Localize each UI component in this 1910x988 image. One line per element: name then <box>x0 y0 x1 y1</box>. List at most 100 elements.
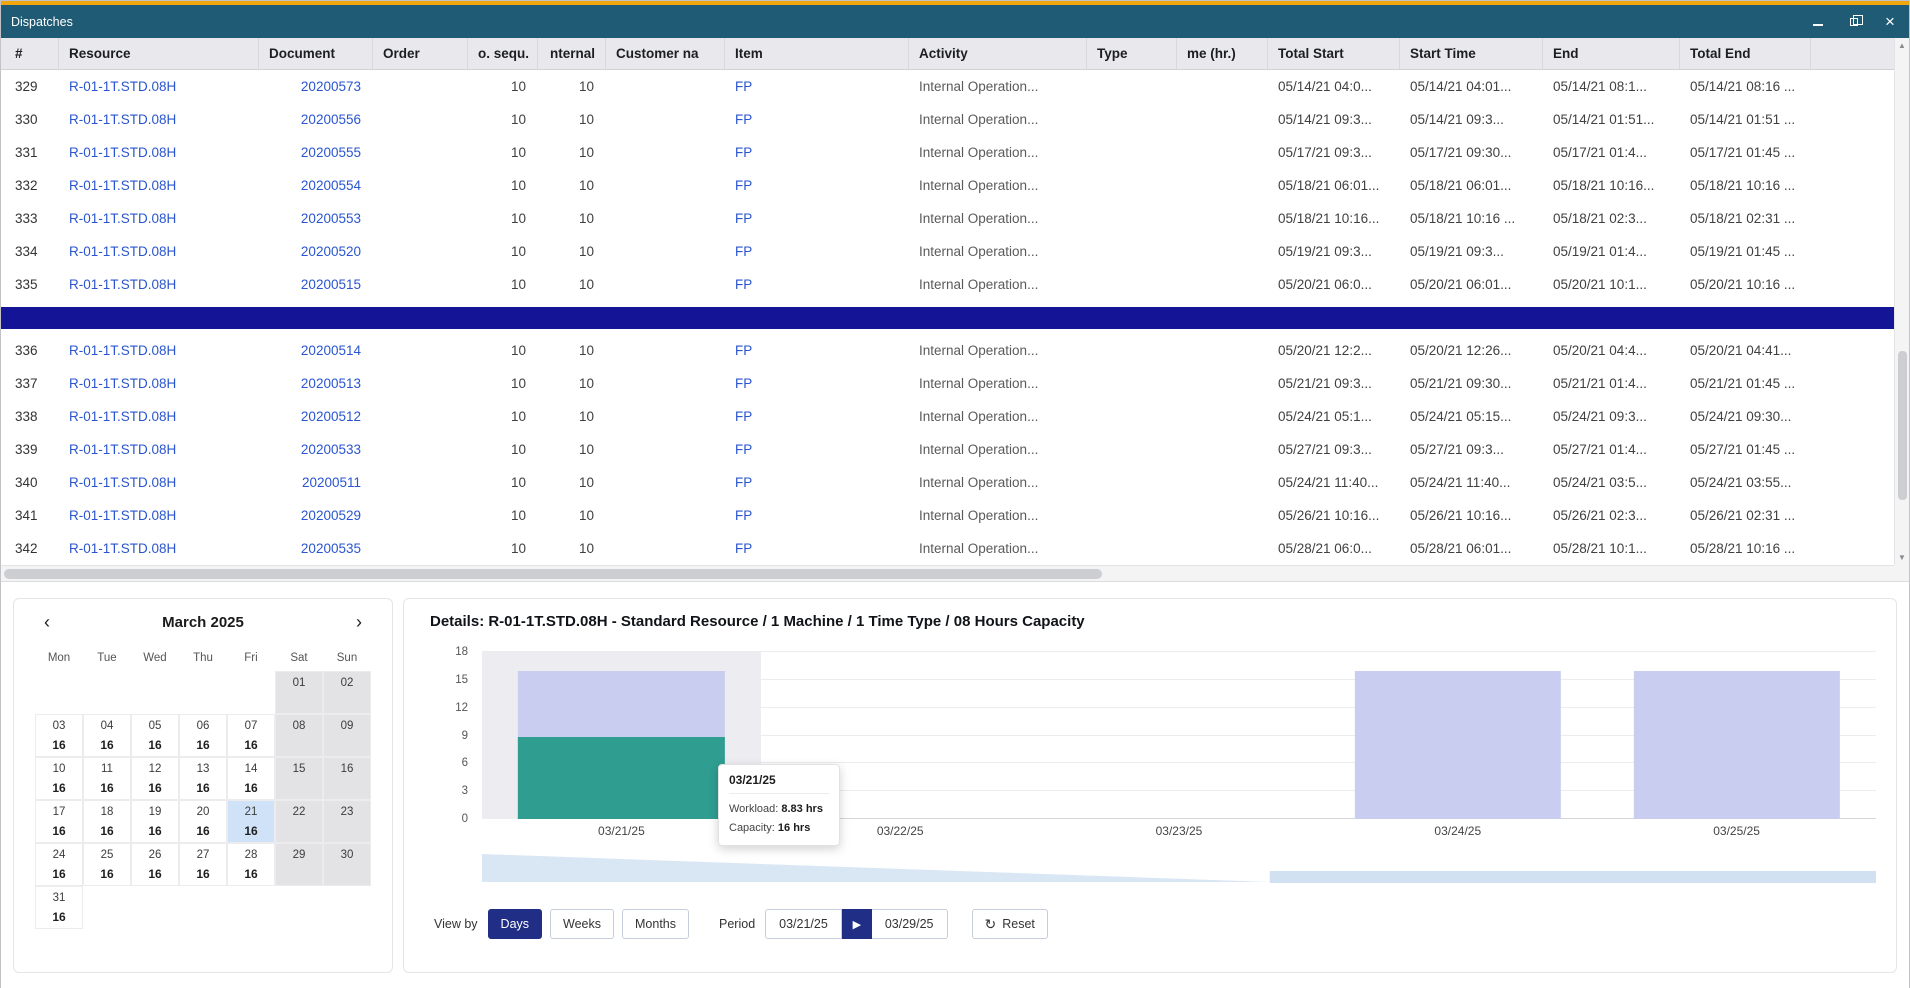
reset-button[interactable]: ↻ Reset <box>972 909 1048 939</box>
calendar-day[interactable]: 1416 <box>227 757 275 800</box>
table-row[interactable]: 331R-01-1T.STD.08H202005551010FPInternal… <box>1 136 1894 169</box>
capacity-bar[interactable] <box>1633 671 1839 819</box>
play-button[interactable]: ▶ <box>842 909 872 939</box>
item-link[interactable]: FP <box>735 244 752 259</box>
item-link[interactable]: FP <box>735 475 752 490</box>
table-row[interactable]: 329R-01-1T.STD.08H202005731010FPInternal… <box>1 70 1894 103</box>
resource-link[interactable]: R-01-1T.STD.08H <box>69 508 176 523</box>
calendar-day[interactable]: 1916 <box>131 800 179 843</box>
calendar-day[interactable]: 3116 <box>35 886 83 929</box>
column-header-total-end[interactable]: Total End <box>1680 38 1811 69</box>
calendar-day[interactable]: 1716 <box>35 800 83 843</box>
resource-link[interactable]: R-01-1T.STD.08H <box>69 409 176 424</box>
column-header-activity[interactable]: Activity <box>909 38 1087 69</box>
document-link[interactable]: 20200533 <box>301 442 361 457</box>
resource-link[interactable]: R-01-1T.STD.08H <box>69 277 176 292</box>
column-header-item[interactable]: Item <box>725 38 909 69</box>
item-link[interactable]: FP <box>735 409 752 424</box>
document-link[interactable]: 20200513 <box>301 376 361 391</box>
calendar-day[interactable]: 09 <box>323 714 371 757</box>
calendar-day[interactable]: 0716 <box>227 714 275 757</box>
document-link[interactable]: 20200529 <box>301 508 361 523</box>
calendar-day[interactable]: 01 <box>275 671 323 714</box>
minimize-button[interactable] <box>1809 13 1827 31</box>
calendar-day[interactable]: 0416 <box>83 714 131 757</box>
capacity-bar[interactable] <box>1355 671 1561 819</box>
calendar-day[interactable]: 08 <box>275 714 323 757</box>
resource-link[interactable]: R-01-1T.STD.08H <box>69 244 176 259</box>
table-row[interactable]: 338R-01-1T.STD.08H202005121010FPInternal… <box>1 400 1894 433</box>
selected-separator-row[interactable] <box>1 301 1894 334</box>
calendar-day[interactable]: 0616 <box>179 714 227 757</box>
calendar-day[interactable]: 1216 <box>131 757 179 800</box>
document-link[interactable]: 20200556 <box>301 112 361 127</box>
document-link[interactable]: 20200535 <box>301 541 361 556</box>
column-header-num[interactable]: # <box>1 38 59 69</box>
document-link[interactable]: 20200520 <box>301 244 361 259</box>
resource-link[interactable]: R-01-1T.STD.08H <box>69 475 176 490</box>
calendar-day[interactable]: 2016 <box>179 800 227 843</box>
calendar-day[interactable]: 22 <box>275 800 323 843</box>
column-header-customer-name[interactable]: Customer na <box>606 38 725 69</box>
table-row[interactable]: 330R-01-1T.STD.08H202005561010FPInternal… <box>1 103 1894 136</box>
column-header-order[interactable]: Order <box>373 38 468 69</box>
column-header-document[interactable]: Document <box>259 38 373 69</box>
document-link[interactable]: 20200515 <box>301 277 361 292</box>
calendar-day[interactable]: 2816 <box>227 843 275 886</box>
table-row[interactable]: 332R-01-1T.STD.08H202005541010FPInternal… <box>1 169 1894 202</box>
vertical-scroll-track[interactable] <box>1895 53 1909 550</box>
column-header-no-sequ[interactable]: o. sequ. <box>468 38 538 69</box>
item-link[interactable]: FP <box>735 343 752 358</box>
column-header-filler[interactable] <box>1811 38 1894 69</box>
calendar-next-icon[interactable]: › <box>356 613 362 631</box>
calendar-day[interactable]: 0516 <box>131 714 179 757</box>
close-button[interactable]: × <box>1881 13 1899 31</box>
calendar-day[interactable]: 1316 <box>179 757 227 800</box>
resource-link[interactable]: R-01-1T.STD.08H <box>69 178 176 193</box>
resource-link[interactable]: R-01-1T.STD.08H <box>69 211 176 226</box>
horizontal-scroll-thumb[interactable] <box>4 569 1102 579</box>
calendar-day[interactable]: 02 <box>323 671 371 714</box>
horizontal-scrollbar[interactable] <box>1 565 1894 581</box>
item-link[interactable]: FP <box>735 211 752 226</box>
scroll-down-icon[interactable]: ▼ <box>1895 550 1909 565</box>
resource-link[interactable]: R-01-1T.STD.08H <box>69 541 176 556</box>
column-header-total-start[interactable]: Total Start <box>1268 38 1400 69</box>
resource-link[interactable]: R-01-1T.STD.08H <box>69 79 176 94</box>
calendar-day[interactable]: 23 <box>323 800 371 843</box>
document-link[interactable]: 20200512 <box>301 409 361 424</box>
period-end-input[interactable]: 03/29/25 <box>872 909 948 939</box>
workload-bar[interactable] <box>518 737 724 819</box>
resource-link[interactable]: R-01-1T.STD.08H <box>69 343 176 358</box>
resource-link[interactable]: R-01-1T.STD.08H <box>69 112 176 127</box>
resource-link[interactable]: R-01-1T.STD.08H <box>69 442 176 457</box>
calendar-day[interactable]: 2516 <box>83 843 131 886</box>
item-link[interactable]: FP <box>735 442 752 457</box>
scroll-up-icon[interactable]: ▲ <box>1895 38 1909 53</box>
document-link[interactable]: 20200555 <box>301 145 361 160</box>
item-link[interactable]: FP <box>735 178 752 193</box>
column-header-internal[interactable]: nternal <box>538 38 606 69</box>
calendar-day[interactable]: 29 <box>275 843 323 886</box>
calendar-day[interactable]: 16 <box>323 757 371 800</box>
calendar-day[interactable]: 2716 <box>179 843 227 886</box>
item-link[interactable]: FP <box>735 541 752 556</box>
table-row[interactable]: 336R-01-1T.STD.08H202005141010FPInternal… <box>1 334 1894 367</box>
table-row[interactable]: 339R-01-1T.STD.08H202005331010FPInternal… <box>1 433 1894 466</box>
calendar-day[interactable]: 2116 <box>227 800 275 843</box>
column-header-resource[interactable]: Resource <box>59 38 259 69</box>
table-row[interactable]: 340R-01-1T.STD.08H202005111010FPInternal… <box>1 466 1894 499</box>
resource-link[interactable]: R-01-1T.STD.08H <box>69 145 176 160</box>
vertical-scroll-thumb[interactable] <box>1898 351 1907 500</box>
view-by-days-button[interactable]: Days <box>488 909 542 939</box>
calendar-day[interactable]: 1016 <box>35 757 83 800</box>
table-row[interactable]: 335R-01-1T.STD.08H202005151010FPInternal… <box>1 268 1894 301</box>
item-link[interactable]: FP <box>735 508 752 523</box>
calendar-day[interactable]: 1816 <box>83 800 131 843</box>
item-link[interactable]: FP <box>735 112 752 127</box>
calendar-day[interactable]: 30 <box>323 843 371 886</box>
vertical-scrollbar[interactable]: ▲ ▼ <box>1894 38 1909 565</box>
calendar-day[interactable]: 1116 <box>83 757 131 800</box>
resource-link[interactable]: R-01-1T.STD.08H <box>69 376 176 391</box>
calendar-prev-icon[interactable]: ‹ <box>44 613 50 631</box>
